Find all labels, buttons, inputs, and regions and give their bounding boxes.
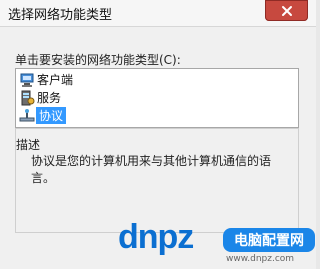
- network-feature-list[interactable]: 客户端 服务 协议: [15, 68, 299, 128]
- description-text: 协议是您的计算机用来与其他计算机通信的语言。: [31, 154, 272, 185]
- watermark-logo: dnpz 电脑配置网 www.dnpz.com: [118, 218, 316, 268]
- title-bar: 选择网络功能类型: [0, 0, 316, 26]
- description-title: 描述: [16, 138, 41, 152]
- watermark-badge: 电脑配置网: [223, 228, 315, 252]
- client-icon: [19, 72, 35, 88]
- window-title: 选择网络功能类型: [8, 8, 113, 23]
- list-item-client[interactable]: 客户端: [19, 71, 73, 88]
- list-item-protocol[interactable]: 协议: [19, 107, 67, 124]
- list-item-label: 服务: [37, 91, 62, 105]
- service-icon: [19, 90, 35, 106]
- list-item-service[interactable]: 服务: [19, 89, 61, 106]
- list-item-label: 协议: [36, 107, 67, 124]
- close-icon: [281, 5, 292, 16]
- protocol-icon: [19, 108, 35, 124]
- watermark-url: www.dnpz.com: [226, 254, 295, 264]
- close-button[interactable]: [265, 0, 308, 21]
- watermark-brand: dnpz: [118, 218, 194, 256]
- list-item-label: 客户端: [37, 73, 74, 87]
- prompt-label: 单击要安装的网络功能类型(C):: [15, 53, 181, 67]
